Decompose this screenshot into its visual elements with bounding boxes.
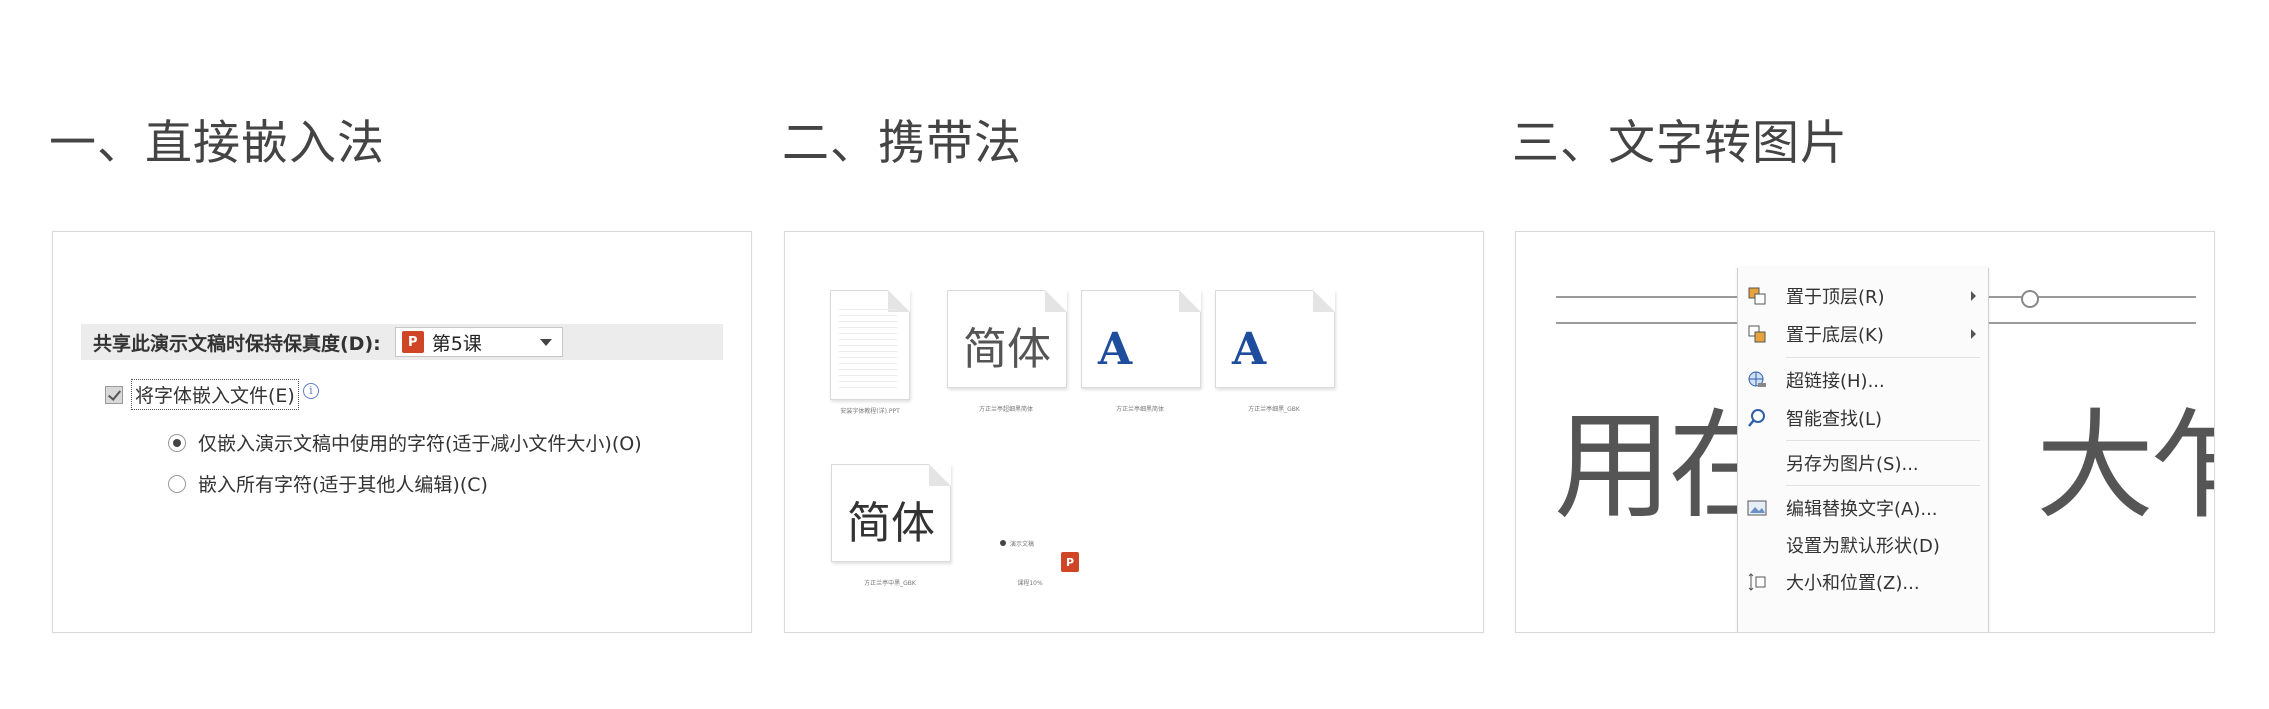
info-icon[interactable]: i bbox=[302, 382, 319, 399]
menu-item-hyperlink[interactable]: 超链接(H)... bbox=[1738, 362, 1988, 398]
blank-icon bbox=[1746, 452, 1768, 474]
radio-option-all-chars[interactable]: 嵌入所有字符(适于其他人编辑)(C) bbox=[168, 470, 488, 497]
powerpoint-icon[interactable]: P bbox=[1061, 552, 1079, 572]
loading-dot bbox=[1000, 540, 1006, 546]
menu-item-label: 置于顶层(R) bbox=[1786, 287, 1885, 308]
size-position-icon bbox=[1746, 571, 1768, 593]
menu-item-label: 设置为默认形状(D) bbox=[1786, 536, 1940, 557]
file-caption: 方正兰亭中黑_GBK bbox=[864, 580, 916, 587]
font-preview-glyph: A bbox=[1232, 324, 1267, 375]
menu-item-smart-lookup[interactable]: 智能查找(L) bbox=[1738, 400, 1988, 436]
presentation-dropdown[interactable]: P 第5课 bbox=[394, 327, 563, 357]
radio-button[interactable] bbox=[168, 474, 186, 493]
menu-item-label: 智能查找(L) bbox=[1786, 409, 1883, 430]
sample-text-right: 大乍 bbox=[2036, 397, 2214, 535]
file-caption: 安装字体教程(详).PPT bbox=[840, 408, 900, 415]
alt-text-icon bbox=[1746, 497, 1768, 519]
font-preview-glyph: A bbox=[1098, 324, 1133, 375]
submenu-arrow-icon bbox=[1971, 291, 1976, 301]
menu-item-save-as-picture[interactable]: 另存为图片(S)... bbox=[1738, 445, 1988, 481]
file-caption: 方正兰亭超细黑简体 bbox=[978, 406, 1033, 413]
menu-separator bbox=[1786, 357, 1980, 358]
font-preview-text: 简体 bbox=[963, 324, 1051, 375]
menu-separator bbox=[1786, 485, 1980, 486]
menu-item-send-to-back[interactable]: 置于底层(K) bbox=[1738, 316, 1988, 352]
section-heading-embed: 一、直接嵌入法 bbox=[49, 116, 385, 171]
section-heading-carry: 二、携带法 bbox=[782, 116, 1022, 171]
share-fidelity-bar: 共享此演示文稿时保持保真度(D): P 第5课 bbox=[81, 324, 723, 360]
section-heading-convert: 三、文字转图片 bbox=[1512, 116, 1848, 171]
menu-item-set-default-shape[interactable]: 设置为默认形状(D) bbox=[1738, 527, 1988, 563]
chevron-down-icon bbox=[539, 339, 552, 346]
menu-item-edit-alt-text[interactable]: 编辑替换文字(A)... bbox=[1738, 490, 1988, 526]
bring-to-front-icon bbox=[1746, 285, 1768, 307]
document-icon[interactable] bbox=[830, 290, 910, 400]
carry-fonts-panel: 安装字体教程(详).PPT 简体 方正兰亭超细黑简体 A 方正兰亭细黑简体 A … bbox=[784, 231, 1484, 633]
font-file-icon[interactable]: A bbox=[1081, 290, 1201, 388]
powerpoint-glyph: P bbox=[1065, 555, 1075, 569]
radio-button-selected[interactable] bbox=[168, 433, 186, 452]
submenu-arrow-icon bbox=[1971, 329, 1976, 339]
menu-separator bbox=[1786, 440, 1980, 441]
share-fidelity-label: 共享此演示文稿时保持保真度(D): bbox=[93, 332, 381, 355]
embed-fonts-label[interactable]: 将字体嵌入文件(E) bbox=[131, 379, 299, 410]
powerpoint-icon: P bbox=[401, 331, 424, 353]
radio-label: 嵌入所有字符(适于其他人编辑)(C) bbox=[198, 474, 488, 496]
send-to-back-icon bbox=[1746, 323, 1768, 345]
menu-item-size-position[interactable]: 大小和位置(Z)... bbox=[1738, 564, 1988, 600]
font-preview-text: 简体 bbox=[847, 498, 935, 549]
file-caption: 方正兰亭细黑简体 bbox=[1115, 406, 1164, 413]
radio-label: 仅嵌入演示文稿中使用的字符(适于减小文件大小)(O) bbox=[198, 433, 642, 455]
menu-item-label: 置于底层(K) bbox=[1786, 325, 1884, 346]
radio-option-used-chars[interactable]: 仅嵌入演示文稿中使用的字符(适于减小文件大小)(O) bbox=[168, 429, 642, 456]
embed-fonts-option: 将字体嵌入文件(E) i bbox=[105, 379, 319, 410]
file-caption: 课程10% bbox=[1017, 580, 1043, 587]
file-caption: 演示文稿 bbox=[1010, 541, 1035, 548]
smart-lookup-icon bbox=[1746, 407, 1768, 429]
slider-handle[interactable] bbox=[2021, 290, 2039, 308]
font-file-icon[interactable]: A bbox=[1215, 290, 1335, 388]
embed-fonts-checkbox[interactable] bbox=[105, 385, 123, 404]
font-file-icon[interactable]: 简体 bbox=[947, 290, 1067, 388]
menu-item-label: 大小和位置(Z)... bbox=[1786, 573, 1920, 594]
blank-icon bbox=[1746, 534, 1768, 556]
menu-item-label: 超链接(H)... bbox=[1786, 371, 1885, 392]
file-caption: 方正兰亭细黑_GBK bbox=[1248, 406, 1300, 413]
context-menu: 置于顶层(R) 置于底层(K) 超链接(H)... 智能查找(L) 另存为图片(… bbox=[1737, 268, 1989, 632]
font-file-icon[interactable]: 简体 bbox=[831, 464, 951, 562]
hyperlink-globe-icon bbox=[1746, 369, 1768, 391]
menu-item-label: 另存为图片(S)... bbox=[1786, 454, 1919, 475]
menu-item-bring-to-front[interactable]: 置于顶层(R) bbox=[1738, 278, 1988, 314]
text-to-image-panel: 用在 大乍 置于顶层(R) 置于底层(K) 超链接(H)... bbox=[1515, 231, 2215, 633]
embed-fonts-panel: 共享此演示文稿时保持保真度(D): P 第5课 将字体嵌入文件(E) i 仅嵌入… bbox=[52, 231, 752, 633]
dropdown-value: 第5课 bbox=[431, 332, 482, 355]
menu-item-label: 编辑替换文字(A)... bbox=[1786, 499, 1938, 520]
